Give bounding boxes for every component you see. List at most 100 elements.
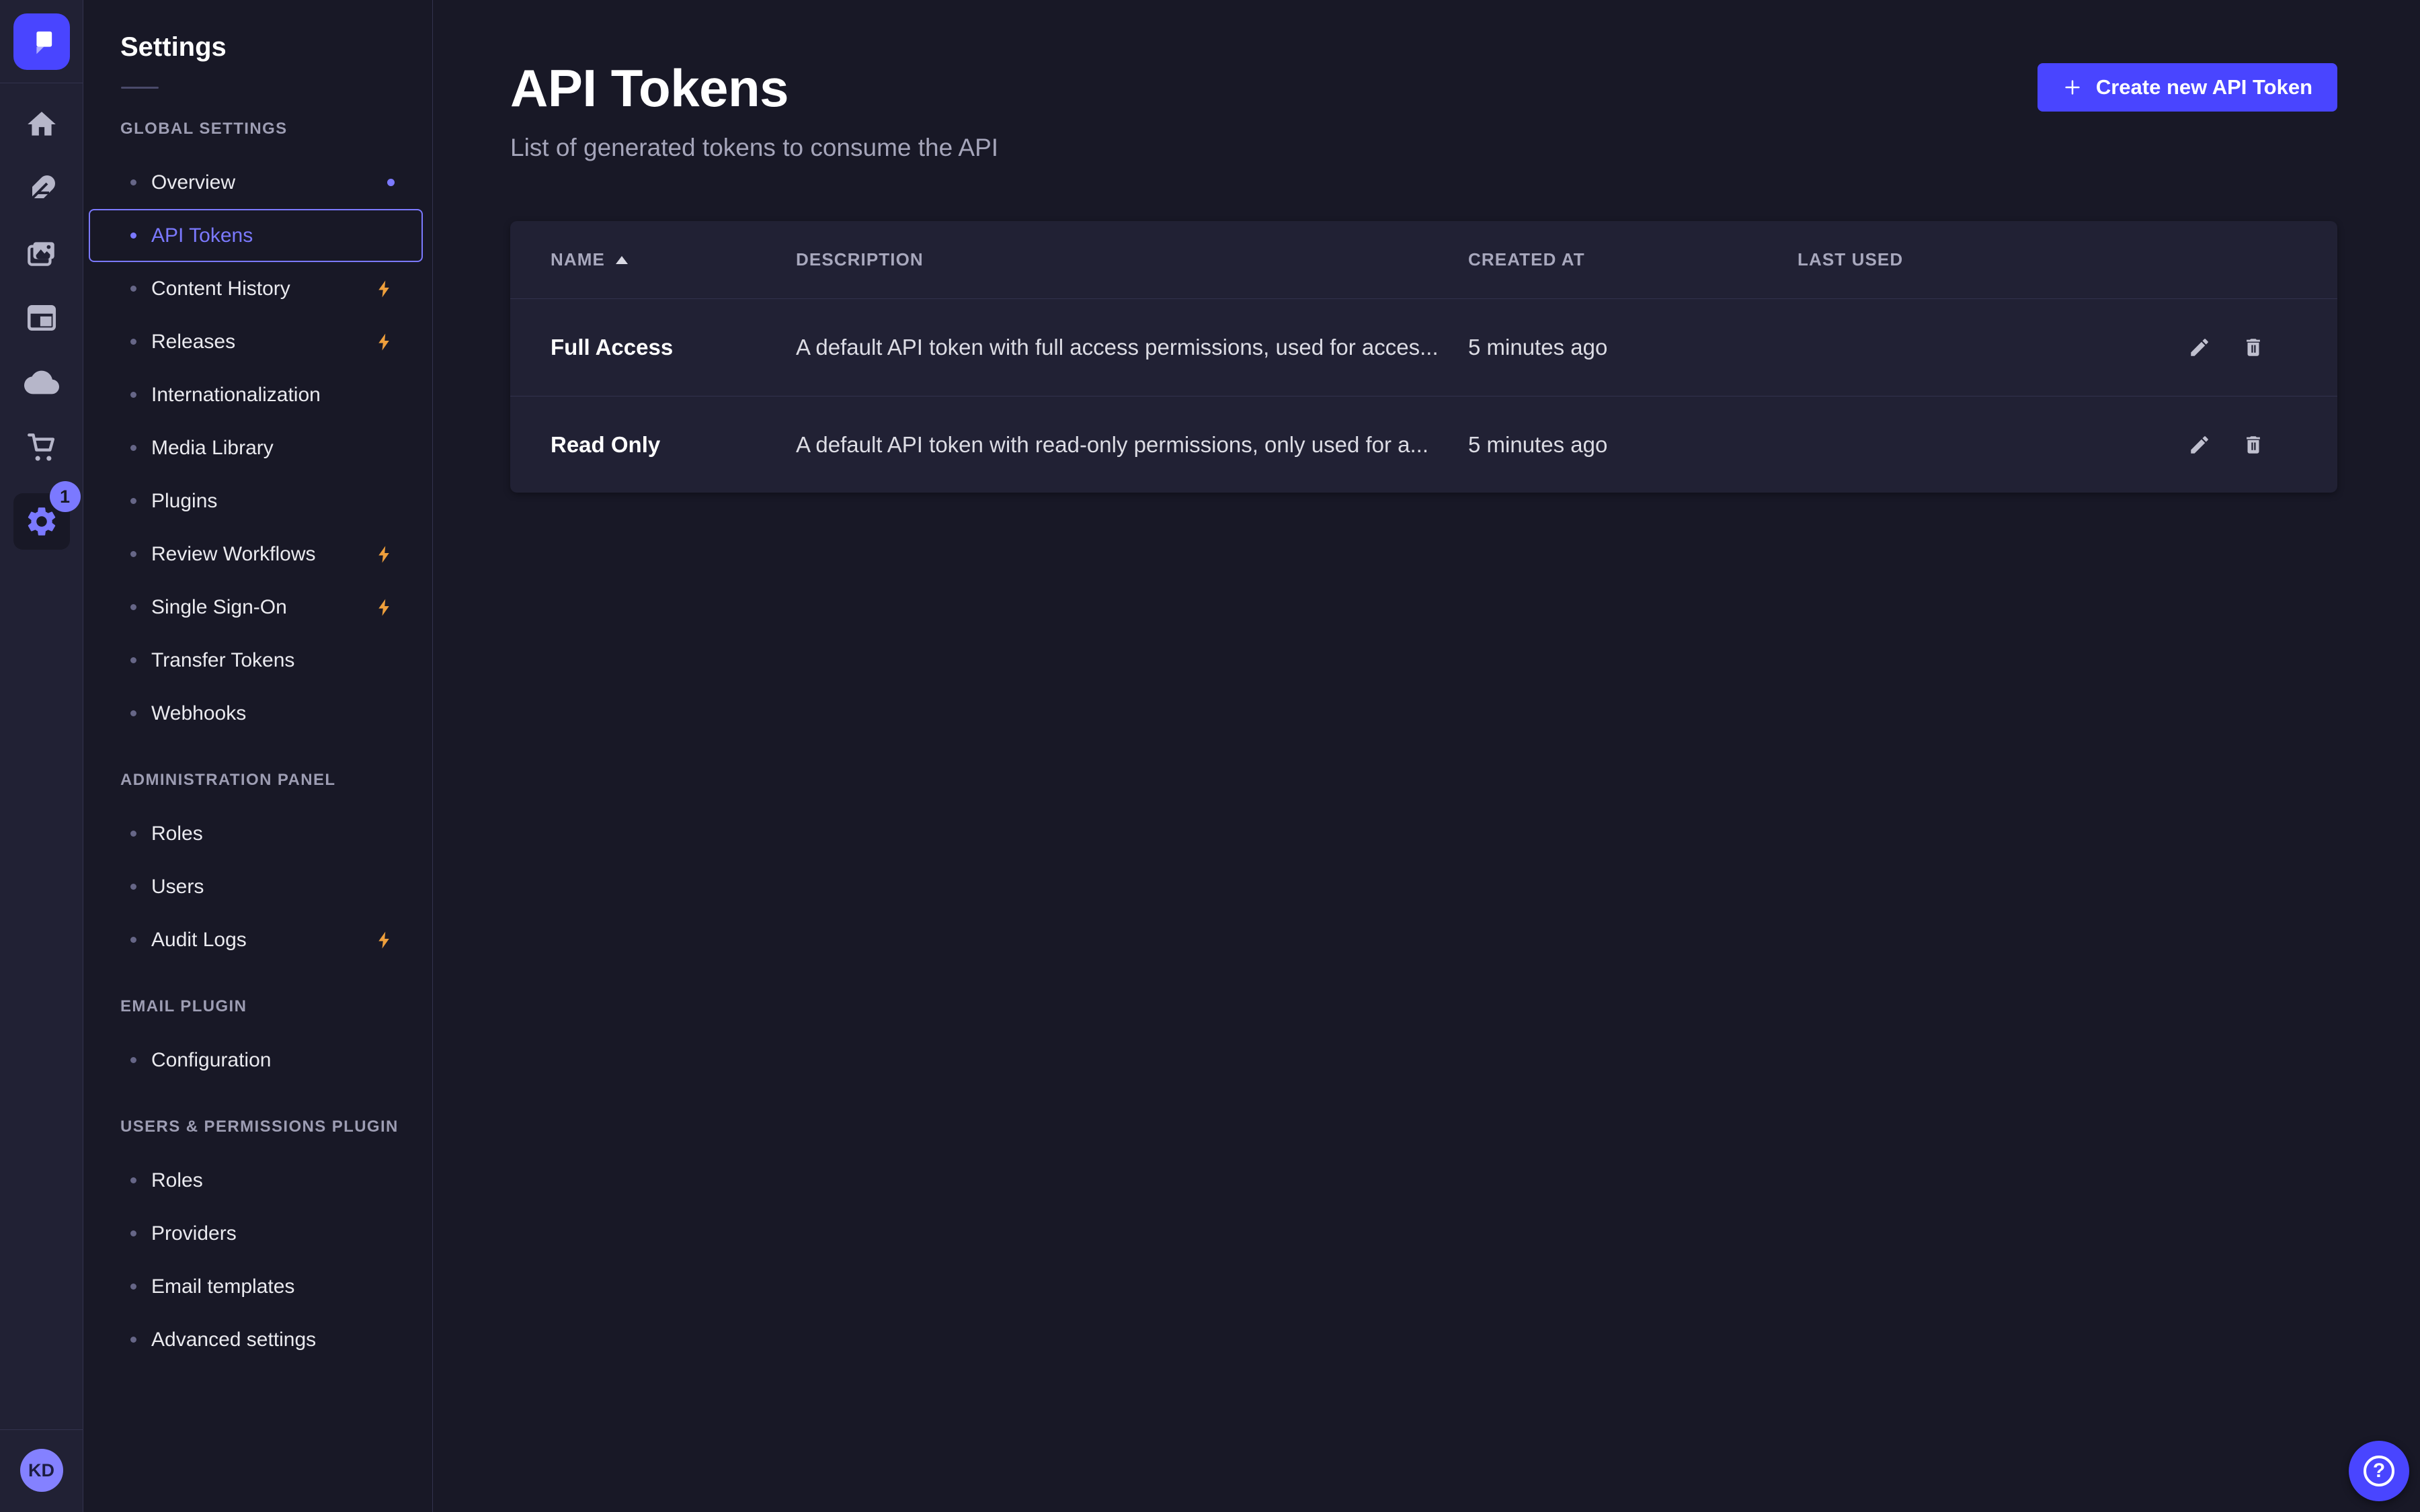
create-api-token-button[interactable]: Create new API Token: [2038, 63, 2337, 112]
create-api-token-label: Create new API Token: [2096, 75, 2312, 99]
lightning-bolt-icon: [374, 597, 395, 618]
bullet-icon: [130, 286, 136, 292]
settings-gear-icon[interactable]: 1: [13, 493, 70, 550]
bullet-icon: [130, 233, 136, 239]
bullet-icon: [130, 831, 136, 837]
strapi-logo[interactable]: [13, 13, 70, 70]
sidebar-item-admin-roles[interactable]: Roles: [89, 807, 423, 860]
bullet-icon: [130, 1337, 136, 1343]
sidebar-item-label: Webhooks: [151, 702, 246, 725]
sidebar-item-advanced-settings[interactable]: Advanced settings: [89, 1313, 423, 1366]
sidebar-item-transfer-tokens[interactable]: Transfer Tokens: [89, 634, 423, 687]
delete-trash-icon[interactable]: [2242, 336, 2265, 359]
sidebar-item-webhooks[interactable]: Webhooks: [89, 687, 423, 740]
bullet-icon: [130, 1177, 136, 1183]
page-subtitle: List of generated tokens to consume the …: [510, 134, 998, 162]
bullet-icon: [130, 1057, 136, 1063]
user-avatar[interactable]: KD: [20, 1449, 63, 1492]
sidebar-item-media-library[interactable]: Media Library: [89, 421, 423, 474]
token-name: Read Only: [551, 432, 796, 458]
sidebar-item-label: Advanced settings: [151, 1329, 316, 1351]
row-actions: [2147, 433, 2297, 456]
content-builder-feather-icon[interactable]: [24, 171, 60, 207]
sidebar-item-api-tokens[interactable]: API Tokens: [89, 209, 423, 262]
sidebar-item-label: Roles: [151, 823, 203, 845]
home-icon[interactable]: [24, 106, 60, 142]
section-email-plugin: EMAIL PLUGIN Configuration: [83, 997, 432, 1087]
sidebar-item-label: Email templates: [151, 1275, 294, 1298]
column-header-description: DESCRIPTION: [796, 249, 1468, 270]
lightning-bolt-icon: [374, 332, 395, 352]
section-users-permissions-plugin: USERS & PERMISSIONS PLUGIN Roles Provide…: [83, 1118, 432, 1366]
main-nav-rail: 1 KD: [0, 0, 83, 1512]
rail-icon-nav: 1: [13, 83, 70, 550]
marketplace-cart-icon[interactable]: [24, 429, 60, 465]
sidebar-item-providers[interactable]: Providers: [89, 1207, 423, 1260]
bullet-icon: [130, 392, 136, 398]
token-description: A default API token with read-only permi…: [796, 432, 1468, 458]
sidebar-item-label: Providers: [151, 1222, 237, 1245]
bullet-icon: [130, 657, 136, 663]
sidebar-item-email-configuration[interactable]: Configuration: [89, 1034, 423, 1087]
sidebar-item-email-templates[interactable]: Email templates: [89, 1260, 423, 1313]
lightning-bolt-icon: [374, 279, 395, 299]
bullet-icon: [130, 1284, 136, 1290]
rail-divider: [0, 1429, 83, 1430]
sidebar-item-label: Internationalization: [151, 384, 321, 407]
help-button[interactable]: ?: [2349, 1441, 2409, 1501]
app-root: 1 KD Settings GLOBAL SETTINGS Overview A…: [0, 0, 2420, 1512]
sidebar-item-label: Releases: [151, 331, 235, 353]
column-header-name[interactable]: NAME: [551, 249, 796, 270]
sidebar-item-label: Users: [151, 876, 204, 898]
edit-pencil-icon[interactable]: [2188, 433, 2211, 456]
section-administration-panel: ADMINISTRATION PANEL Roles Users Audit L…: [83, 771, 432, 966]
delete-trash-icon[interactable]: [2242, 433, 2265, 456]
sidebar-item-label: Audit Logs: [151, 929, 247, 952]
token-created-at: 5 minutes ago: [1468, 335, 1798, 360]
column-header-name-label: NAME: [551, 249, 605, 270]
settings-notification-badge: 1: [50, 481, 81, 512]
media-library-icon[interactable]: [24, 235, 60, 271]
subnav-title-divider: [121, 87, 159, 89]
sidebar-item-label: Media Library: [151, 437, 274, 460]
sidebar-item-up-roles[interactable]: Roles: [89, 1154, 423, 1207]
api-tokens-table: NAME DESCRIPTION CREATED AT LAST USED Fu…: [510, 221, 2337, 493]
lightning-bolt-icon: [374, 930, 395, 950]
token-created-at: 5 minutes ago: [1468, 432, 1798, 458]
sidebar-item-plugins[interactable]: Plugins: [89, 474, 423, 528]
sidebar-item-review-workflows[interactable]: Review Workflows: [89, 528, 423, 581]
sidebar-item-single-sign-on[interactable]: Single Sign-On: [89, 581, 423, 634]
deploy-cloud-icon[interactable]: [24, 364, 60, 401]
bullet-icon: [130, 604, 136, 610]
bullet-icon: [130, 179, 136, 185]
question-mark-icon: ?: [2364, 1456, 2394, 1486]
strapi-logo-icon: [24, 24, 59, 59]
sidebar-item-audit-logs[interactable]: Audit Logs: [89, 913, 423, 966]
sidebar-item-releases[interactable]: Releases: [89, 315, 423, 368]
sort-ascending-icon: [616, 256, 628, 264]
token-name: Full Access: [551, 335, 796, 360]
content-manager-layout-icon[interactable]: [24, 300, 60, 336]
sidebar-item-content-history[interactable]: Content History: [89, 262, 423, 315]
bullet-icon: [130, 445, 136, 451]
bullet-icon: [130, 1230, 136, 1236]
token-description: A default API token with full access per…: [796, 335, 1468, 360]
sidebar-item-overview[interactable]: Overview: [89, 156, 423, 209]
table-row-read-only[interactable]: Read Only A default API token with read-…: [510, 396, 2337, 493]
bullet-icon: [130, 551, 136, 557]
edit-pencil-icon[interactable]: [2188, 336, 2211, 359]
sidebar-item-label: Content History: [151, 278, 290, 300]
row-actions: [2147, 336, 2297, 359]
plus-icon: [2062, 77, 2083, 97]
sidebar-item-label: Roles: [151, 1169, 203, 1192]
sidebar-item-admin-users[interactable]: Users: [89, 860, 423, 913]
sidebar-item-internationalization[interactable]: Internationalization: [89, 368, 423, 421]
bullet-icon: [130, 937, 136, 943]
table-row-full-access[interactable]: Full Access A default API token with ful…: [510, 299, 2337, 396]
sidebar-item-label: Overview: [151, 171, 235, 194]
notification-dot-icon: [387, 179, 395, 186]
table-header-row: NAME DESCRIPTION CREATED AT LAST USED: [510, 221, 2337, 299]
section-global-settings: GLOBAL SETTINGS Overview API Tokens Cont…: [83, 120, 432, 740]
page-header-text: API Tokens List of generated tokens to c…: [510, 58, 998, 162]
column-header-last-used: LAST USED: [1798, 249, 2147, 270]
